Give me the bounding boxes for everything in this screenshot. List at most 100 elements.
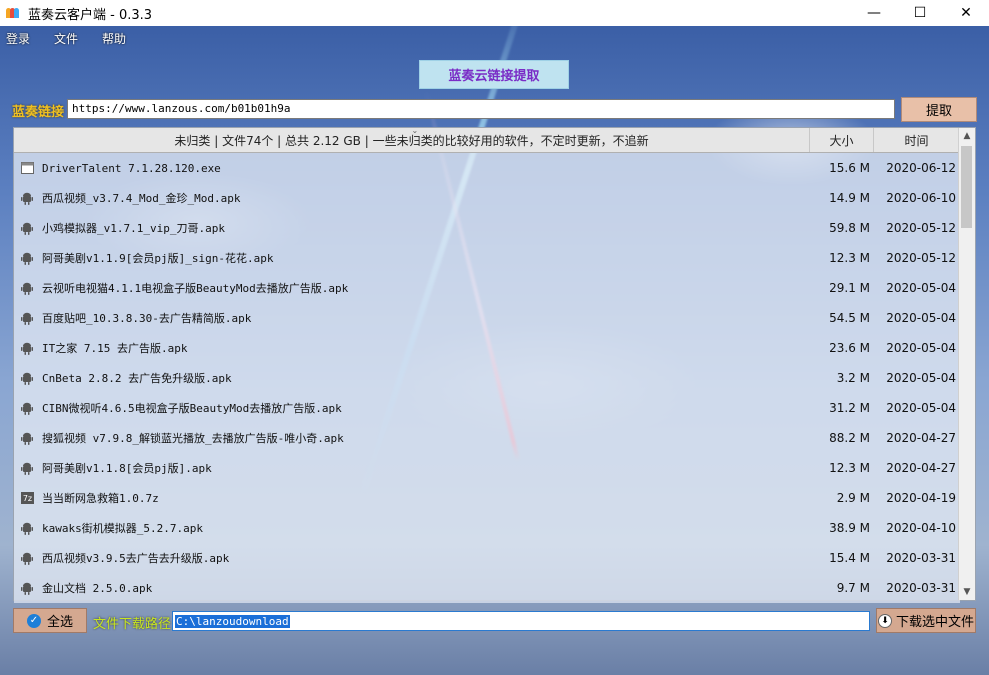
file-time: 2020-04-27 <box>886 431 956 445</box>
android-icon <box>20 521 34 535</box>
file-size: 23.6 M <box>829 341 870 355</box>
download-path-value: C:\lanzoudownload <box>175 615 290 628</box>
download-icon: ⬇ <box>877 613 892 628</box>
file-time: 2020-05-04 <box>886 371 956 385</box>
file-name-cell: 云视听电视猫4.1.1电视盒子版BeautyMod去播放广告版.apk <box>14 280 810 296</box>
file-name: IT之家 7.15 去广告版.apk <box>42 342 188 355</box>
file-time: 2020-05-12 <box>886 221 956 235</box>
table-row[interactable]: 阿哥美剧v1.1.9[会员pj版]_sign-花花.apk 12.3 M 2020-… <box>14 243 960 273</box>
file-size: 14.9 M <box>829 191 870 205</box>
menu-login[interactable]: 登录 <box>0 30 38 47</box>
close-button[interactable]: ✕ <box>943 0 989 26</box>
file-name: DriverTalent 7.1.28.120.exe <box>42 161 221 175</box>
minimize-button[interactable]: — <box>851 0 897 26</box>
file-name: 云视听电视猫4.1.1电视盒子版BeautyMod去播放广告版.apk <box>42 282 349 295</box>
file-name: 阿哥美剧v1.1.8[会员pj版].apk <box>42 462 212 475</box>
share-link-input[interactable]: https://www.lanzous.com/b01b01h9a <box>67 99 895 119</box>
scrollbar-thumb[interactable] <box>961 146 972 228</box>
maximize-button[interactable]: ☐ <box>897 0 943 26</box>
file-name-cell: 百度贴吧_10.3.8.30-去广告精简版.apk <box>14 310 810 326</box>
file-size: 88.2 M <box>829 431 870 445</box>
file-size: 9.7 M <box>836 581 870 595</box>
sort-caret-icon: ⌄ <box>411 126 419 135</box>
android-icon <box>20 371 34 385</box>
svg-text:7z: 7z <box>22 494 31 503</box>
file-name-cell: 7z 当当断网急救箱1.0.7z <box>14 490 810 506</box>
table-row[interactable]: DriverTalent 7.1.28.120.exe 15.6 M 2020-06… <box>14 153 960 183</box>
file-name-cell: 金山文档 2.5.0.apk <box>14 580 810 596</box>
file-name-cell: kawaks街机模拟器_5.2.7.apk <box>14 520 810 536</box>
file-name: 当当断网急救箱1.0.7z <box>42 492 159 505</box>
file-name-cell: IT之家 7.15 去广告版.apk <box>14 340 810 356</box>
menu-help[interactable]: 帮助 <box>96 30 134 47</box>
scroll-up-icon[interactable]: ▲ <box>959 128 975 144</box>
table-row[interactable]: 西瓜视频v3.9.5去广告去升级版.apk 15.4 M 2020-03-31 <box>14 543 960 573</box>
android-icon <box>20 221 34 235</box>
file-name: 搜狐视频 v7.9.8_解锁蓝光播放_去播放广告版-唯小奇.apk <box>42 432 344 445</box>
file-name: CnBeta 2.8.2 去广告免升级版.apk <box>42 372 232 385</box>
file-time: 2020-05-04 <box>886 341 956 355</box>
android-icon <box>20 551 34 565</box>
file-size: 12.3 M <box>829 461 870 475</box>
file-name-cell: 小鸡模拟器_v1.7.1_vip_刀哥.apk <box>14 220 810 236</box>
table-header: ⌄ 未归类 | 文件74个 | 总共 2.12 GB | 一些未归类的比较好用的… <box>14 126 960 153</box>
table-row[interactable]: 金山文档 2.5.0.apk 9.7 M 2020-03-31 <box>14 573 960 603</box>
exe-file-icon <box>20 161 34 175</box>
android-icon <box>20 191 34 205</box>
tab-link-extract[interactable]: 蓝奏云链接提取 <box>419 60 569 89</box>
column-header-time[interactable]: 时间 <box>874 128 960 152</box>
file-name-cell: DriverTalent 7.1.28.120.exe <box>14 161 810 175</box>
file-name-cell: 西瓜视频_v3.7.4_Mod_金珍_Mod.apk <box>14 190 810 206</box>
file-time: 2020-05-04 <box>886 401 956 415</box>
android-icon <box>20 311 34 325</box>
file-time: 2020-03-31 <box>886 581 956 595</box>
table-row[interactable]: kawaks街机模拟器_5.2.7.apk 38.9 M 2020-04-10 <box>14 513 960 543</box>
android-icon <box>20 581 34 595</box>
file-name: 西瓜视频_v3.7.4_Mod_金珍_Mod.apk <box>42 192 241 205</box>
table-body: DriverTalent 7.1.28.120.exe 15.6 M 2020-06… <box>14 153 960 603</box>
table-row[interactable]: IT之家 7.15 去广告版.apk 23.6 M 2020-05-04 <box>14 333 960 363</box>
select-all-label: 全选 <box>46 615 73 630</box>
file-size: 12.3 M <box>829 251 870 265</box>
file-name: 金山文档 2.5.0.apk <box>42 582 153 595</box>
vertical-scrollbar[interactable]: ▲ ▼ <box>958 128 975 600</box>
table-row[interactable]: CIBN微视听4.6.5电视盒子版BeautyMod去播放广告版.apk 31.2… <box>14 393 960 423</box>
file-size: 3.2 M <box>836 371 870 385</box>
title-bar: 蓝奏云客户端 - 0.3.3 — ☐ ✕ <box>0 0 989 26</box>
file-time: 2020-04-19 <box>886 491 956 505</box>
archive-7z-icon: 7z <box>20 491 34 505</box>
android-icon <box>20 431 34 445</box>
column-header-size[interactable]: 大小 <box>810 128 874 152</box>
file-time: 2020-06-10 <box>886 191 956 205</box>
extract-button[interactable]: 提取 <box>901 97 977 122</box>
file-table: ⌄ 未归类 | 文件74个 | 总共 2.12 GB | 一些未归类的比较好用的… <box>13 126 976 603</box>
android-icon <box>20 281 34 295</box>
link-label: 蓝奏链接 <box>12 105 65 120</box>
table-row[interactable]: 百度贴吧_10.3.8.30-去广告精简版.apk 54.5 M 2020-05-0… <box>14 303 960 333</box>
select-all-button[interactable]: ✓ 全选 <box>13 608 87 633</box>
file-name: CIBN微视听4.6.5电视盒子版BeautyMod去播放广告版.apk <box>42 402 342 415</box>
table-row[interactable]: 西瓜视频_v3.7.4_Mod_金珍_Mod.apk 14.9 M 2020-06-… <box>14 183 960 213</box>
file-name: 百度贴吧_10.3.8.30-去广告精简版.apk <box>42 312 252 325</box>
table-row[interactable]: 小鸡模拟器_v1.7.1_vip_刀哥.apk 59.8 M 2020-05-12 <box>14 213 960 243</box>
table-row[interactable]: 7z 当当断网急救箱1.0.7z 2.9 M 2020-04-19 <box>14 483 960 513</box>
check-icon: ✓ <box>26 613 41 628</box>
file-size: 29.1 M <box>829 281 870 295</box>
window-title: 蓝奏云客户端 - 0.3.3 <box>28 7 153 23</box>
file-size: 59.8 M <box>829 221 870 235</box>
table-row[interactable]: CnBeta 2.8.2 去广告免升级版.apk 3.2 M 2020-05-04 <box>14 363 960 393</box>
file-time: 2020-04-10 <box>886 521 956 535</box>
table-row[interactable]: 搜狐视频 v7.9.8_解锁蓝光播放_去播放广告版-唯小奇.apk 88.2 M 2… <box>14 423 960 453</box>
table-row[interactable]: 阿哥美剧v1.1.8[会员pj版].apk 12.3 M 2020-04-27 <box>14 453 960 483</box>
download-selected-button[interactable]: ⬇ 下载选中文件 <box>876 608 976 633</box>
android-icon <box>20 341 34 355</box>
table-row[interactable]: 云视听电视猫4.1.1电视盒子版BeautyMod去播放广告版.apk 29.1 … <box>14 273 960 303</box>
file-time: 2020-06-12 <box>886 161 956 175</box>
column-header-name[interactable]: ⌄ 未归类 | 文件74个 | 总共 2.12 GB | 一些未归类的比较好用的… <box>14 126 810 152</box>
menu-file[interactable]: 文件 <box>48 30 86 47</box>
download-path-input[interactable]: C:\lanzoudownload <box>172 611 870 631</box>
scroll-down-icon[interactable]: ▼ <box>959 584 975 600</box>
file-name-cell: 阿哥美剧v1.1.8[会员pj版].apk <box>14 460 810 476</box>
menu-bar: 登录 文件 帮助 <box>0 30 144 47</box>
file-name: 阿哥美剧v1.1.9[会员pj版]_sign-花花.apk <box>42 252 274 265</box>
